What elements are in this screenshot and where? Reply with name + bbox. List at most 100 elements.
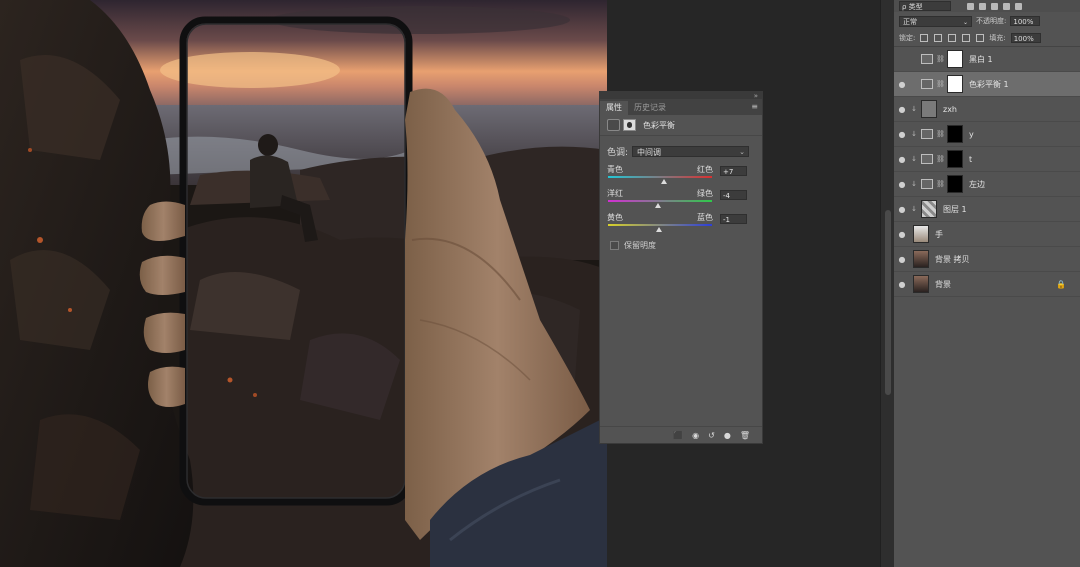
slider-knob[interactable] bbox=[660, 179, 667, 184]
chain-link-icon[interactable]: ⛓ bbox=[936, 55, 945, 63]
layer-thumbnail[interactable] bbox=[921, 100, 937, 118]
filter-adjustment-icon[interactable] bbox=[979, 2, 986, 10]
layers-panel[interactable]: ρ 类型 正常 ⌄ 不透明度: 100% 锁定: 填充: 100% ⛓ 黑白 1… bbox=[894, 0, 1080, 567]
slider-right-label: 红色 bbox=[697, 165, 713, 174]
clip-to-layer-icon[interactable]: ⬛ bbox=[673, 431, 683, 440]
layer-name[interactable]: 手 bbox=[935, 229, 943, 240]
panel-grip[interactable]: » bbox=[600, 92, 762, 100]
layer-row[interactable]: ● ⛓ 色彩平衡 1 bbox=[894, 72, 1080, 97]
layer-name[interactable]: y bbox=[969, 130, 974, 139]
properties-panel[interactable]: » 属性 历史记录 ≡ 色彩平衡 色调: 中间调 ⌄ 青色 红色 +7 洋红 绿… bbox=[599, 91, 763, 444]
visibility-eye-icon[interactable]: ● bbox=[894, 105, 910, 114]
slider-value-field[interactable]: -4 bbox=[720, 190, 747, 200]
lock-transparency-icon[interactable] bbox=[920, 34, 929, 42]
visibility-eye-icon[interactable]: ● bbox=[894, 155, 910, 164]
cyan-red-slider[interactable]: 青色 红色 +7 bbox=[607, 164, 751, 190]
reset-icon[interactable]: ↺ bbox=[708, 431, 715, 440]
lock-position-icon[interactable] bbox=[948, 34, 957, 42]
slider-track[interactable] bbox=[608, 224, 712, 226]
visibility-eye-icon[interactable]: ● bbox=[894, 130, 910, 139]
visibility-eye-icon[interactable]: ● bbox=[894, 80, 910, 89]
lock-label: 锁定: bbox=[899, 34, 916, 42]
layer-mask-thumbnail[interactable] bbox=[947, 150, 963, 168]
layer-name[interactable]: 黑白 1 bbox=[969, 54, 993, 65]
chain-link-icon[interactable]: ⛓ bbox=[936, 155, 945, 163]
layer-mask-thumbnail[interactable] bbox=[947, 175, 963, 193]
slider-track[interactable] bbox=[608, 200, 712, 202]
workspace-scrollbar[interactable] bbox=[880, 0, 895, 567]
color-balance-icon[interactable] bbox=[607, 119, 620, 131]
filter-smart-object-icon[interactable] bbox=[1015, 2, 1022, 10]
visibility-eye-icon[interactable]: ● bbox=[894, 280, 910, 289]
visibility-eye-icon[interactable]: ● bbox=[894, 180, 910, 189]
fill-field[interactable]: 100% bbox=[1010, 33, 1041, 43]
layer-row[interactable]: ● ↓ 图层 1 bbox=[894, 197, 1080, 222]
lock-all-icon[interactable] bbox=[976, 34, 985, 42]
slider-knob[interactable] bbox=[654, 203, 661, 208]
visibility-eye-icon[interactable]: ● bbox=[894, 255, 910, 264]
adjustment-layer-icon bbox=[921, 179, 933, 189]
tab-history[interactable]: 历史记录 bbox=[628, 101, 672, 115]
visibility-eye-icon[interactable]: ● bbox=[894, 55, 910, 64]
visibility-icon[interactable]: ● bbox=[724, 431, 731, 440]
scrollbar-thumb[interactable] bbox=[885, 210, 891, 395]
clip-arrow-icon: ↓ bbox=[911, 180, 917, 188]
opacity-field[interactable]: 100% bbox=[1010, 16, 1041, 26]
lock-pixels-icon[interactable] bbox=[934, 34, 943, 42]
layer-mask-thumbnail[interactable] bbox=[947, 75, 963, 93]
layer-row[interactable]: ● ↓ zxh bbox=[894, 97, 1080, 122]
chain-link-icon[interactable]: ⛓ bbox=[936, 180, 945, 188]
fill-label: 填充: bbox=[989, 34, 1006, 42]
tab-properties[interactable]: 属性 bbox=[600, 101, 628, 115]
layer-thumbnail[interactable] bbox=[913, 250, 929, 268]
chain-link-icon[interactable]: ⛓ bbox=[936, 80, 945, 88]
clip-arrow-icon: ↓ bbox=[911, 105, 917, 113]
layer-row[interactable]: ● 背景 🔒 bbox=[894, 272, 1080, 297]
chain-link-icon[interactable]: ⛓ bbox=[936, 130, 945, 138]
filter-type-icon[interactable] bbox=[991, 2, 998, 10]
visibility-eye-icon[interactable]: ● bbox=[894, 205, 910, 214]
layer-mask-icon[interactable] bbox=[623, 119, 636, 131]
layer-mask-thumbnail[interactable] bbox=[947, 125, 963, 143]
layer-row[interactable]: ● 手 bbox=[894, 222, 1080, 247]
slider-knob[interactable] bbox=[656, 227, 663, 232]
layer-filter-value: ρ 类型 bbox=[902, 3, 923, 11]
visibility-eye-icon[interactable]: ● bbox=[894, 230, 910, 239]
yellow-blue-slider[interactable]: 黄色 蓝色 -1 bbox=[607, 212, 751, 238]
layer-row[interactable]: ● ↓ ⛓ t bbox=[894, 147, 1080, 172]
lock-artboard-icon[interactable] bbox=[962, 34, 971, 42]
layer-thumbnail[interactable] bbox=[921, 200, 937, 218]
layer-row[interactable]: ● ↓ ⛓ y bbox=[894, 122, 1080, 147]
layer-name[interactable]: 背景 拷贝 bbox=[935, 254, 970, 265]
layer-row[interactable]: ● 背景 拷贝 bbox=[894, 247, 1080, 272]
layer-name[interactable]: 左边 bbox=[969, 179, 985, 190]
slider-left-label: 青色 bbox=[607, 165, 623, 174]
magenta-green-slider[interactable]: 洋红 绿色 -4 bbox=[607, 188, 751, 214]
slider-value-field[interactable]: -1 bbox=[720, 214, 747, 224]
view-previous-icon[interactable]: ◉ bbox=[692, 431, 699, 440]
blend-mode-dropdown[interactable]: 正常 ⌄ bbox=[899, 15, 972, 27]
document-canvas[interactable] bbox=[0, 0, 607, 567]
panel-tabs: 属性 历史记录 ≡ bbox=[600, 99, 762, 115]
layer-name[interactable]: 图层 1 bbox=[943, 204, 967, 215]
slider-right-label: 蓝色 bbox=[697, 213, 713, 222]
layer-filter-dropdown[interactable]: ρ 类型 bbox=[899, 1, 951, 11]
slider-value-field[interactable]: +7 bbox=[720, 166, 747, 176]
layer-mask-thumbnail[interactable] bbox=[947, 50, 963, 68]
delete-icon[interactable]: 🗑 bbox=[740, 431, 750, 440]
layer-thumbnail[interactable] bbox=[913, 275, 929, 293]
layer-thumbnail[interactable] bbox=[913, 225, 929, 243]
slider-track[interactable] bbox=[608, 176, 712, 178]
preserve-luminosity[interactable]: 保留明度 bbox=[610, 240, 656, 251]
layer-name[interactable]: t bbox=[969, 155, 972, 164]
layer-row[interactable]: ● ⛓ 黑白 1 bbox=[894, 47, 1080, 72]
preserve-luminosity-checkbox[interactable] bbox=[610, 241, 619, 250]
layer-row[interactable]: ● ↓ ⛓ 左边 bbox=[894, 172, 1080, 197]
filter-shape-icon[interactable] bbox=[1003, 2, 1010, 10]
layer-name[interactable]: zxh bbox=[943, 105, 957, 114]
layer-name[interactable]: 背景 bbox=[935, 279, 951, 290]
filter-pixel-icon[interactable] bbox=[967, 2, 974, 10]
layer-name[interactable]: 色彩平衡 1 bbox=[969, 79, 1009, 90]
panel-menu-icon[interactable]: ≡ bbox=[751, 102, 758, 111]
tone-dropdown[interactable]: 中间调 ⌄ bbox=[632, 146, 750, 157]
